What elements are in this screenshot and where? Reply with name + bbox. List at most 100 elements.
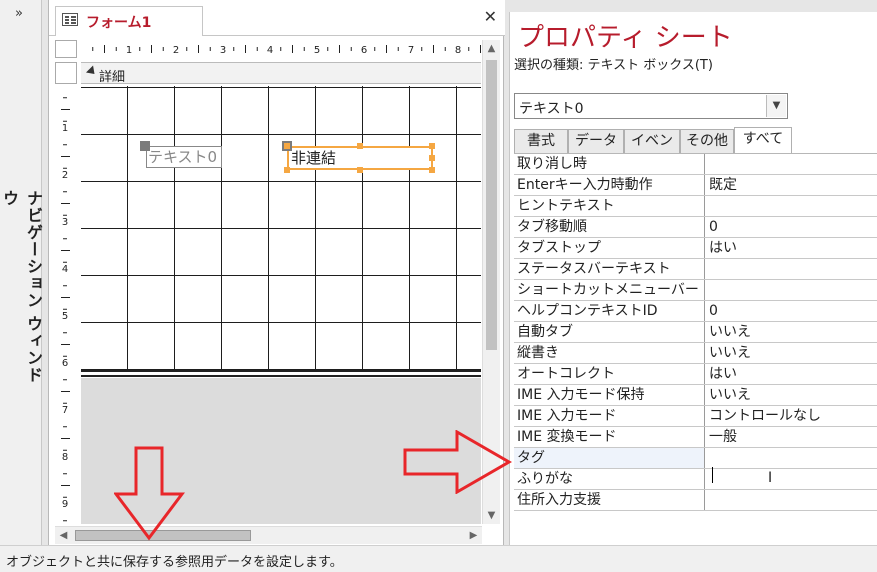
tab-other[interactable]: その他 xyxy=(680,129,734,153)
property-value[interactable]: いいえ xyxy=(705,385,877,405)
ruler-number: 8 xyxy=(455,45,461,56)
property-name[interactable]: タブストップ xyxy=(514,238,705,258)
property-name[interactable]: 住所入力支援 xyxy=(514,490,705,510)
ruler-number: 2 xyxy=(62,170,68,181)
form-tab-title: フォーム1 xyxy=(86,15,152,31)
detail-section-bar[interactable]: 詳細 xyxy=(81,62,481,85)
ruler-number: 3 xyxy=(220,45,226,56)
resize-handle[interactable] xyxy=(284,143,290,149)
scroll-up-icon[interactable]: ▲ xyxy=(483,40,500,57)
form-document-tab[interactable]: フォーム1 xyxy=(55,6,203,36)
property-row[interactable]: ショートカットメニューバー xyxy=(514,280,877,301)
form-selector[interactable] xyxy=(55,40,77,58)
resize-handle[interactable] xyxy=(357,143,363,149)
property-value[interactable] xyxy=(705,469,877,489)
close-icon[interactable]: ✕ xyxy=(484,8,497,26)
property-value[interactable]: いいえ xyxy=(705,343,877,363)
property-value[interactable] xyxy=(705,280,877,300)
right-arrow-annotation xyxy=(403,430,513,494)
property-row[interactable]: ヘルプコンテキストID 0 xyxy=(514,301,877,322)
property-name[interactable]: Enterキー入力時動作 xyxy=(514,175,705,195)
ruler-number: 1 xyxy=(62,123,68,134)
ruler-number: 3 xyxy=(62,217,68,228)
navigation-pane: » ナビゲーション ウィンドウ xyxy=(0,0,43,545)
ruler-number: 6 xyxy=(361,45,367,56)
detail-section-label: 詳細 xyxy=(99,70,126,85)
scroll-down-icon[interactable]: ▼ xyxy=(483,507,500,524)
property-name[interactable]: ヒントテキスト xyxy=(514,196,705,216)
property-value[interactable] xyxy=(705,259,877,279)
property-row[interactable]: タグ xyxy=(514,448,877,469)
section-bottom-edge[interactable] xyxy=(81,370,481,377)
property-value[interactable]: コントロールなし xyxy=(705,406,877,426)
property-row[interactable]: オートコレクト はい xyxy=(514,364,877,385)
property-row[interactable]: 自動タブ いいえ xyxy=(514,322,877,343)
tab-all[interactable]: すべて xyxy=(734,127,792,154)
ruler-number: 6 xyxy=(62,358,68,369)
property-name[interactable]: 取り消し時 xyxy=(514,154,705,174)
resize-handle[interactable] xyxy=(357,167,363,173)
property-value[interactable]: 既定 xyxy=(705,175,877,195)
detail-design-grid[interactable] xyxy=(81,86,481,376)
object-selector-combo[interactable]: テキスト0 ▼ xyxy=(514,93,788,119)
property-value[interactable] xyxy=(705,196,877,216)
property-name[interactable]: オートコレクト xyxy=(514,364,705,384)
resize-handle[interactable] xyxy=(284,167,290,173)
text-caret xyxy=(712,467,713,483)
section-selector[interactable] xyxy=(55,62,77,84)
property-value[interactable] xyxy=(705,448,877,468)
property-name[interactable]: IME 入力モード保持 xyxy=(514,385,705,405)
property-name[interactable]: IME 入力モード xyxy=(514,406,705,426)
property-name[interactable]: ヘルプコンテキストID xyxy=(514,301,705,321)
property-row[interactable]: 取り消し時 xyxy=(514,154,877,175)
property-name[interactable]: 縦書き xyxy=(514,343,705,363)
scroll-left-icon[interactable]: ◀ xyxy=(55,527,72,544)
label-move-handle[interactable] xyxy=(140,141,150,151)
property-name[interactable]: ショートカットメニューバー xyxy=(514,280,705,300)
property-row[interactable]: IME 入力モード コントロールなし xyxy=(514,406,877,427)
property-row[interactable]: Enterキー入力時動作 既定 xyxy=(514,175,877,196)
property-row[interactable]: ヒントテキスト xyxy=(514,196,877,217)
ruler-number: 2 xyxy=(173,45,179,56)
property-sheet-title: プロパティ シート xyxy=(518,23,733,53)
property-value[interactable] xyxy=(705,154,877,174)
ruler-number: 1 xyxy=(126,45,132,56)
property-row[interactable]: タブストップ はい xyxy=(514,238,877,259)
property-name[interactable]: ふりがな xyxy=(514,469,705,489)
property-value[interactable]: はい xyxy=(705,238,877,258)
property-value[interactable]: はい xyxy=(705,364,877,384)
property-row[interactable]: IME 入力モード保持 いいえ xyxy=(514,385,877,406)
resize-handle[interactable] xyxy=(429,155,435,161)
tab-format[interactable]: 書式 xyxy=(514,129,568,153)
tab-event[interactable]: イベント xyxy=(624,129,680,171)
scroll-right-icon[interactable]: ▶ xyxy=(465,527,482,544)
property-name[interactable]: タグ xyxy=(514,448,705,468)
property-row[interactable]: IME 変換モード 一般 xyxy=(514,427,877,448)
property-value[interactable]: 0 xyxy=(705,217,877,237)
property-value[interactable]: いいえ xyxy=(705,322,877,342)
expand-nav-icon[interactable]: » xyxy=(0,4,38,24)
ruler-number: 5 xyxy=(62,311,68,322)
tab-data[interactable]: データ xyxy=(568,129,624,153)
property-name[interactable]: IME 変換モード xyxy=(514,427,705,447)
property-row[interactable]: ステータスバーテキスト xyxy=(514,259,877,280)
property-row[interactable]: 住所入力支援 xyxy=(514,490,877,511)
property-value[interactable]: 一般 xyxy=(705,427,877,447)
property-row[interactable]: タブ移動順 0 xyxy=(514,217,877,238)
chevron-down-icon[interactable]: ▼ xyxy=(766,95,786,117)
property-row[interactable]: 縦書き いいえ xyxy=(514,343,877,364)
status-bar: オブジェクトと共に保存する参照用データを設定します。 xyxy=(0,545,877,572)
horizontal-ruler: 1 2 3 4 5 6 7 8 xyxy=(81,40,481,58)
property-row[interactable]: ふりがな xyxy=(514,469,877,490)
property-name[interactable]: 自動タブ xyxy=(514,322,705,342)
navigation-pane-label[interactable]: ナビゲーション ウィンドウ xyxy=(0,190,43,400)
property-value[interactable]: 0 xyxy=(705,301,877,321)
vertical-scroll-thumb[interactable] xyxy=(486,60,497,350)
resize-handle[interactable] xyxy=(429,167,435,173)
vertical-ruler: 1 2 3 4 5 6 7 8 9 xyxy=(55,86,77,522)
resize-handle[interactable] xyxy=(429,143,435,149)
property-name[interactable]: タブ移動順 xyxy=(514,217,705,237)
text0-label[interactable]: テキスト0 xyxy=(146,146,222,168)
property-value[interactable] xyxy=(705,490,877,510)
property-name[interactable]: ステータスバーテキスト xyxy=(514,259,705,279)
